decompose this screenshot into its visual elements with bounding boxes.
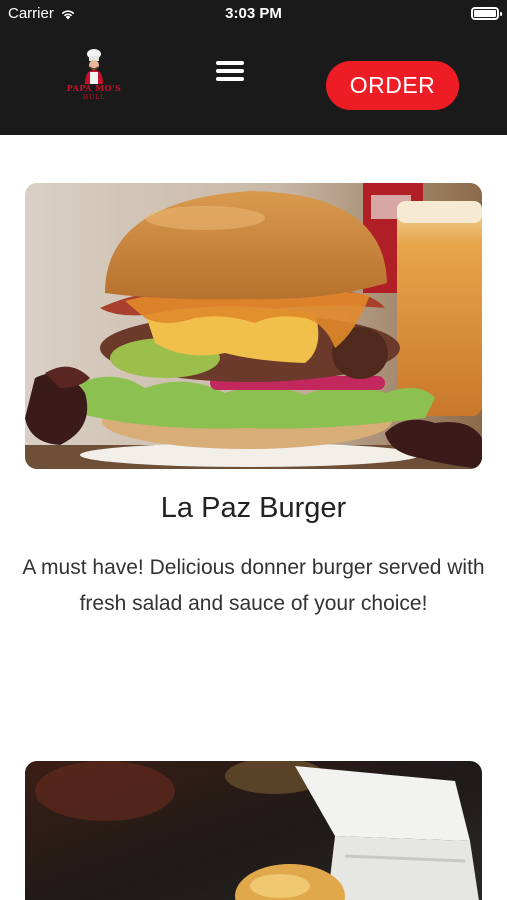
battery-icon [471, 7, 502, 20]
food-box-photo [25, 761, 482, 900]
status-bar: Carrier 3:03 PM [0, 0, 507, 30]
menu-line [216, 61, 244, 65]
logo-subtext: HULL [82, 94, 106, 101]
food-box-image [25, 761, 482, 900]
burger-photo [25, 183, 482, 469]
menu-line [216, 77, 244, 81]
status-time: 3:03 PM [225, 5, 282, 22]
item-description: A must have! Delicious donner burger ser… [22, 556, 485, 615]
app-header: Carrier 3:03 PM PAPA MO'S HULL ORDER [0, 0, 507, 135]
menu-line [216, 69, 244, 73]
item-title: La Paz Burger [160, 492, 347, 524]
hamburger-menu-icon[interactable] [215, 60, 245, 84]
logo-text: PAPA MO'S [66, 83, 122, 93]
chef-logo-icon [85, 49, 103, 84]
brand-logo[interactable]: PAPA MO'S HULL [64, 48, 124, 106]
order-button[interactable]: ORDER [326, 61, 459, 110]
burger-image [25, 183, 482, 469]
